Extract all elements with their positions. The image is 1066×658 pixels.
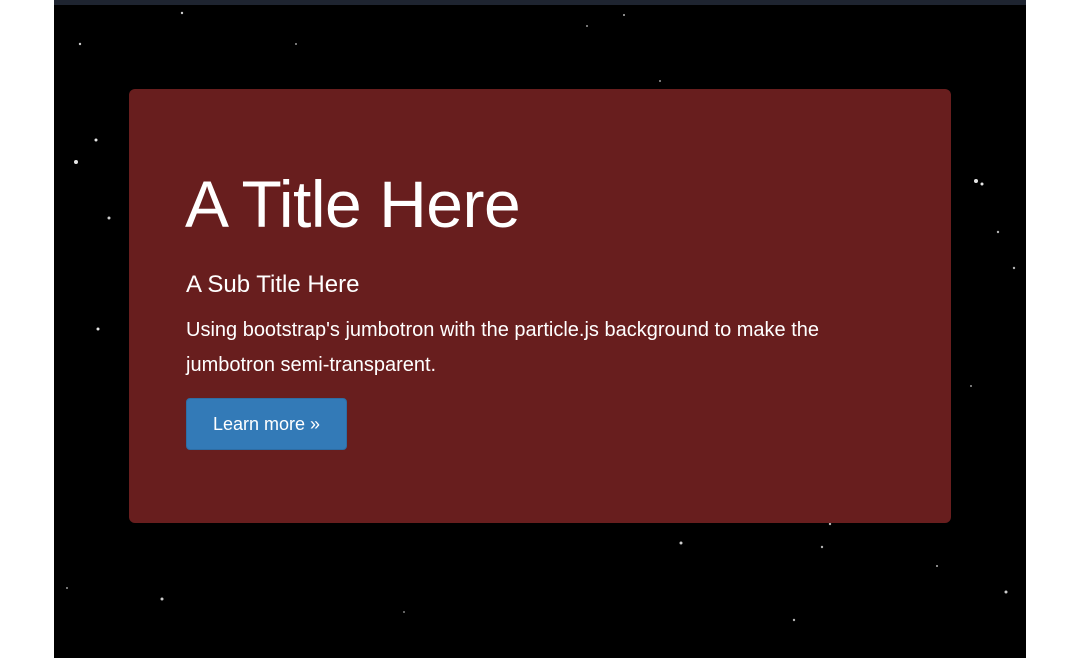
particle xyxy=(78,42,82,46)
particle xyxy=(96,327,100,331)
particle xyxy=(679,541,683,545)
particle xyxy=(403,611,405,613)
particle xyxy=(586,25,588,27)
learn-more-button[interactable]: Learn more » xyxy=(186,398,347,450)
particle xyxy=(94,138,98,142)
particle xyxy=(792,618,796,622)
particle xyxy=(74,160,78,164)
particle xyxy=(66,587,68,589)
particle xyxy=(107,216,111,220)
particle xyxy=(160,597,164,601)
particle xyxy=(936,565,938,567)
particle xyxy=(996,230,1000,234)
particle xyxy=(1012,266,1016,270)
particle xyxy=(828,522,832,526)
particle xyxy=(974,179,978,183)
particles-background: A Title Here A Sub Title Here Using boot… xyxy=(54,0,1026,658)
particle xyxy=(659,80,661,82)
particle xyxy=(970,385,972,387)
jumbotron: A Title Here A Sub Title Here Using boot… xyxy=(129,89,951,523)
particle xyxy=(980,182,984,186)
particle xyxy=(623,14,625,16)
particle xyxy=(180,11,184,15)
particle xyxy=(820,545,824,549)
jumbotron-description: Using bootstrap's jumbotron with the par… xyxy=(186,319,820,376)
particle xyxy=(295,43,297,45)
jumbotron-title: A Title Here xyxy=(185,167,521,241)
jumbotron-subtitle: A Sub Title Here xyxy=(186,271,360,298)
particle xyxy=(1004,590,1008,594)
